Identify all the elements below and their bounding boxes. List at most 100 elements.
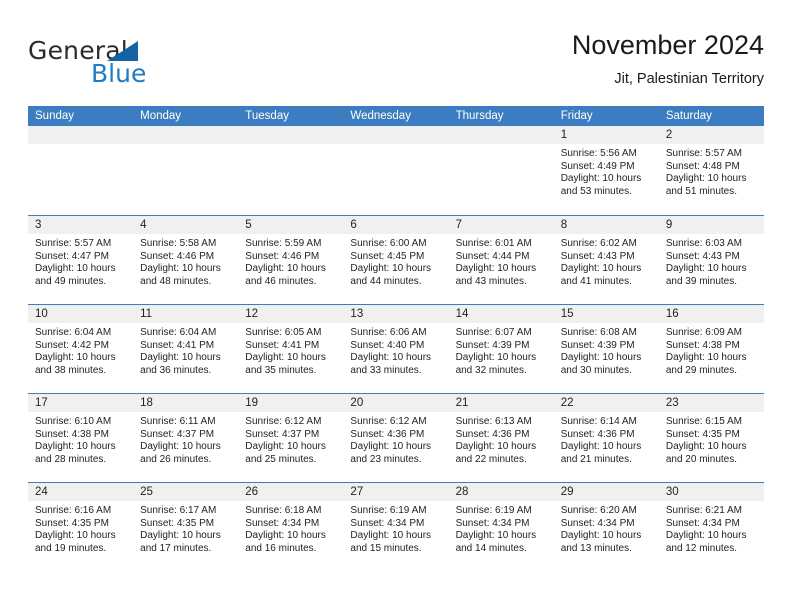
day-cell[interactable]: 22 Sunrise: 6:14 AM Sunset: 4:36 PM Dayl…: [553, 394, 659, 482]
sunrise-text: Sunrise: 6:13 AM: [455, 416, 532, 427]
day-cell[interactable]: 4 Sunrise: 5:58 AM Sunset: 4:46 PM Dayli…: [133, 216, 239, 304]
week-row: 24 Sunrise: 6:16 AM Sunset: 4:35 PM Dayl…: [28, 482, 764, 571]
daylight-text-line2: and 29 minutes.: [665, 364, 738, 376]
sunrise-text: Sunrise: 5:57 AM: [665, 148, 742, 159]
day-cell[interactable]: 24 Sunrise: 6:16 AM Sunset: 4:35 PM Dayl…: [28, 483, 134, 571]
sunset-text: Sunset: 4:35 PM: [665, 428, 740, 440]
day-cell[interactable]: 19 Sunrise: 6:12 AM Sunset: 4:37 PM Dayl…: [238, 394, 344, 482]
day-cell[interactable]: 21 Sunrise: 6:13 AM Sunset: 4:36 PM Dayl…: [448, 394, 554, 482]
day-number: 21: [448, 394, 554, 412]
day-number: 27: [343, 483, 449, 501]
day-cell[interactable]: 8 Sunrise: 6:02 AM Sunset: 4:43 PM Dayli…: [553, 216, 659, 304]
weekday-header-tuesday: Tuesday: [245, 110, 289, 122]
day-details: Sunrise: 6:13 AM Sunset: 4:36 PM Dayligh…: [449, 412, 554, 466]
day-cell[interactable]: 17 Sunrise: 6:10 AM Sunset: 4:38 PM Dayl…: [28, 394, 134, 482]
sunrise-text: Sunrise: 6:14 AM: [560, 416, 637, 427]
day-cell[interactable]: 25 Sunrise: 6:17 AM Sunset: 4:35 PM Dayl…: [133, 483, 239, 571]
daylight-text-line2: and 33 minutes.: [350, 364, 422, 376]
day-details: Sunrise: 6:20 AM Sunset: 4:34 PM Dayligh…: [554, 501, 659, 555]
daylight-text-line2: and 35 minutes.: [245, 364, 317, 376]
day-cell[interactable]: 13 Sunrise: 6:06 AM Sunset: 4:40 PM Dayl…: [343, 305, 449, 393]
daylight-text-line2: and 41 minutes.: [560, 275, 632, 287]
day-cell[interactable]: 29 Sunrise: 6:20 AM Sunset: 4:34 PM Dayl…: [553, 483, 659, 571]
day-cell[interactable]: 10 Sunrise: 6:04 AM Sunset: 4:42 PM Dayl…: [28, 305, 134, 393]
sunset-text: Sunset: 4:42 PM: [35, 339, 109, 351]
day-details: Sunrise: 6:01 AM Sunset: 4:44 PM Dayligh…: [449, 234, 554, 288]
daylight-text-line2: and 38 minutes.: [35, 364, 107, 376]
sunset-text: Sunset: 4:37 PM: [245, 428, 320, 440]
day-cell[interactable]: 23 Sunrise: 6:15 AM Sunset: 4:35 PM Dayl…: [658, 394, 764, 482]
sunrise-text: Sunrise: 6:19 AM: [455, 505, 532, 516]
daylight-text-line2: and 16 minutes.: [245, 542, 317, 554]
day-number: 10: [28, 305, 134, 323]
day-cell[interactable]: [28, 126, 134, 215]
daylight-text-line1: Daylight: 10 hours: [560, 441, 642, 453]
day-number: 17: [28, 394, 134, 412]
day-cell[interactable]: 28 Sunrise: 6:19 AM Sunset: 4:34 PM Dayl…: [448, 483, 554, 571]
day-cell[interactable]: [238, 126, 344, 215]
sunset-text: Sunset: 4:39 PM: [560, 339, 635, 351]
sunset-text: Sunset: 4:43 PM: [560, 250, 635, 262]
day-number: 18: [133, 394, 239, 412]
sunrise-text: Sunrise: 6:18 AM: [245, 505, 322, 516]
day-details: Sunrise: 5:57 AM Sunset: 4:48 PM Dayligh…: [659, 144, 764, 198]
calendar-page: General Blue November 2024 Jit, Palestin…: [0, 0, 792, 612]
day-cell[interactable]: 12 Sunrise: 6:05 AM Sunset: 4:41 PM Dayl…: [238, 305, 344, 393]
daylight-text-line2: and 14 minutes.: [455, 542, 527, 554]
day-cell[interactable]: 18 Sunrise: 6:11 AM Sunset: 4:37 PM Dayl…: [133, 394, 239, 482]
day-details: Sunrise: 6:16 AM Sunset: 4:35 PM Dayligh…: [28, 501, 133, 555]
day-cell[interactable]: 14 Sunrise: 6:07 AM Sunset: 4:39 PM Dayl…: [448, 305, 554, 393]
general-blue-logo[interactable]: General Blue: [28, 36, 248, 92]
day-details: Sunrise: 6:10 AM Sunset: 4:38 PM Dayligh…: [28, 412, 133, 466]
day-cell[interactable]: 9 Sunrise: 6:03 AM Sunset: 4:43 PM Dayli…: [658, 216, 764, 304]
daylight-text-line1: Daylight: 10 hours: [455, 263, 537, 275]
day-cell[interactable]: [133, 126, 239, 215]
sunset-text: Sunset: 4:44 PM: [455, 250, 530, 262]
day-details: Sunrise: 6:03 AM Sunset: 4:43 PM Dayligh…: [659, 234, 764, 288]
day-cell[interactable]: 1 Sunrise: 5:56 AM Sunset: 4:49 PM Dayli…: [553, 126, 659, 215]
day-cell[interactable]: 6 Sunrise: 6:00 AM Sunset: 4:45 PM Dayli…: [343, 216, 449, 304]
day-details: Sunrise: 6:11 AM Sunset: 4:37 PM Dayligh…: [133, 412, 238, 466]
weekday-header-monday: Monday: [140, 110, 182, 122]
day-cell[interactable]: 3 Sunrise: 5:57 AM Sunset: 4:47 PM Dayli…: [28, 216, 134, 304]
daylight-text-line1: Daylight: 10 hours: [560, 352, 642, 364]
daylight-text-line2: and 15 minutes.: [350, 542, 422, 554]
sunset-text: Sunset: 4:49 PM: [560, 160, 635, 172]
day-cell[interactable]: 15 Sunrise: 6:08 AM Sunset: 4:39 PM Dayl…: [553, 305, 659, 393]
day-cell[interactable]: 5 Sunrise: 5:59 AM Sunset: 4:46 PM Dayli…: [238, 216, 344, 304]
sunset-text: Sunset: 4:41 PM: [245, 339, 320, 351]
day-cell[interactable]: 27 Sunrise: 6:19 AM Sunset: 4:34 PM Dayl…: [343, 483, 449, 571]
day-details: Sunrise: 6:02 AM Sunset: 4:43 PM Dayligh…: [554, 234, 659, 288]
daylight-text-line1: Daylight: 10 hours: [350, 352, 432, 364]
calendar-grid: Sunday Monday Tuesday Wednesday Thursday…: [28, 106, 764, 571]
day-cell[interactable]: 7 Sunrise: 6:01 AM Sunset: 4:44 PM Dayli…: [448, 216, 554, 304]
day-details: Sunrise: 6:19 AM Sunset: 4:34 PM Dayligh…: [343, 501, 448, 555]
day-number: 4: [133, 216, 239, 234]
sunrise-text: Sunrise: 6:07 AM: [455, 327, 532, 338]
day-number: [448, 126, 554, 144]
daylight-text-line1: Daylight: 10 hours: [35, 352, 116, 364]
sunset-text: Sunset: 4:36 PM: [560, 428, 635, 440]
sunset-text: Sunset: 4:38 PM: [665, 339, 740, 351]
day-cell[interactable]: 2 Sunrise: 5:57 AM Sunset: 4:48 PM Dayli…: [658, 126, 764, 215]
day-cell[interactable]: 30 Sunrise: 6:21 AM Sunset: 4:34 PM Dayl…: [658, 483, 764, 571]
day-cell[interactable]: 11 Sunrise: 6:04 AM Sunset: 4:41 PM Dayl…: [133, 305, 239, 393]
daylight-text-line1: Daylight: 10 hours: [140, 263, 221, 275]
day-cell[interactable]: [343, 126, 449, 215]
day-number: 6: [343, 216, 449, 234]
day-cell[interactable]: 26 Sunrise: 6:18 AM Sunset: 4:34 PM Dayl…: [238, 483, 344, 571]
day-cell[interactable]: 16 Sunrise: 6:09 AM Sunset: 4:38 PM Dayl…: [658, 305, 764, 393]
sunset-text: Sunset: 4:37 PM: [140, 428, 215, 440]
day-number: 19: [238, 394, 344, 412]
day-cell[interactable]: [448, 126, 554, 215]
day-details: Sunrise: 5:59 AM Sunset: 4:46 PM Dayligh…: [238, 234, 343, 288]
weekday-header-wednesday: Wednesday: [350, 110, 411, 122]
sunset-text: Sunset: 4:47 PM: [35, 250, 109, 262]
day-details: Sunrise: 6:21 AM Sunset: 4:34 PM Dayligh…: [659, 501, 764, 555]
daylight-text-line2: and 36 minutes.: [140, 364, 212, 376]
sunrise-text: Sunrise: 6:00 AM: [350, 238, 427, 249]
daylight-text-line2: and 46 minutes.: [245, 275, 317, 287]
day-cell[interactable]: 20 Sunrise: 6:12 AM Sunset: 4:36 PM Dayl…: [343, 394, 449, 482]
sunrise-text: Sunrise: 6:10 AM: [35, 416, 112, 427]
daylight-text-line1: Daylight: 10 hours: [140, 441, 221, 453]
